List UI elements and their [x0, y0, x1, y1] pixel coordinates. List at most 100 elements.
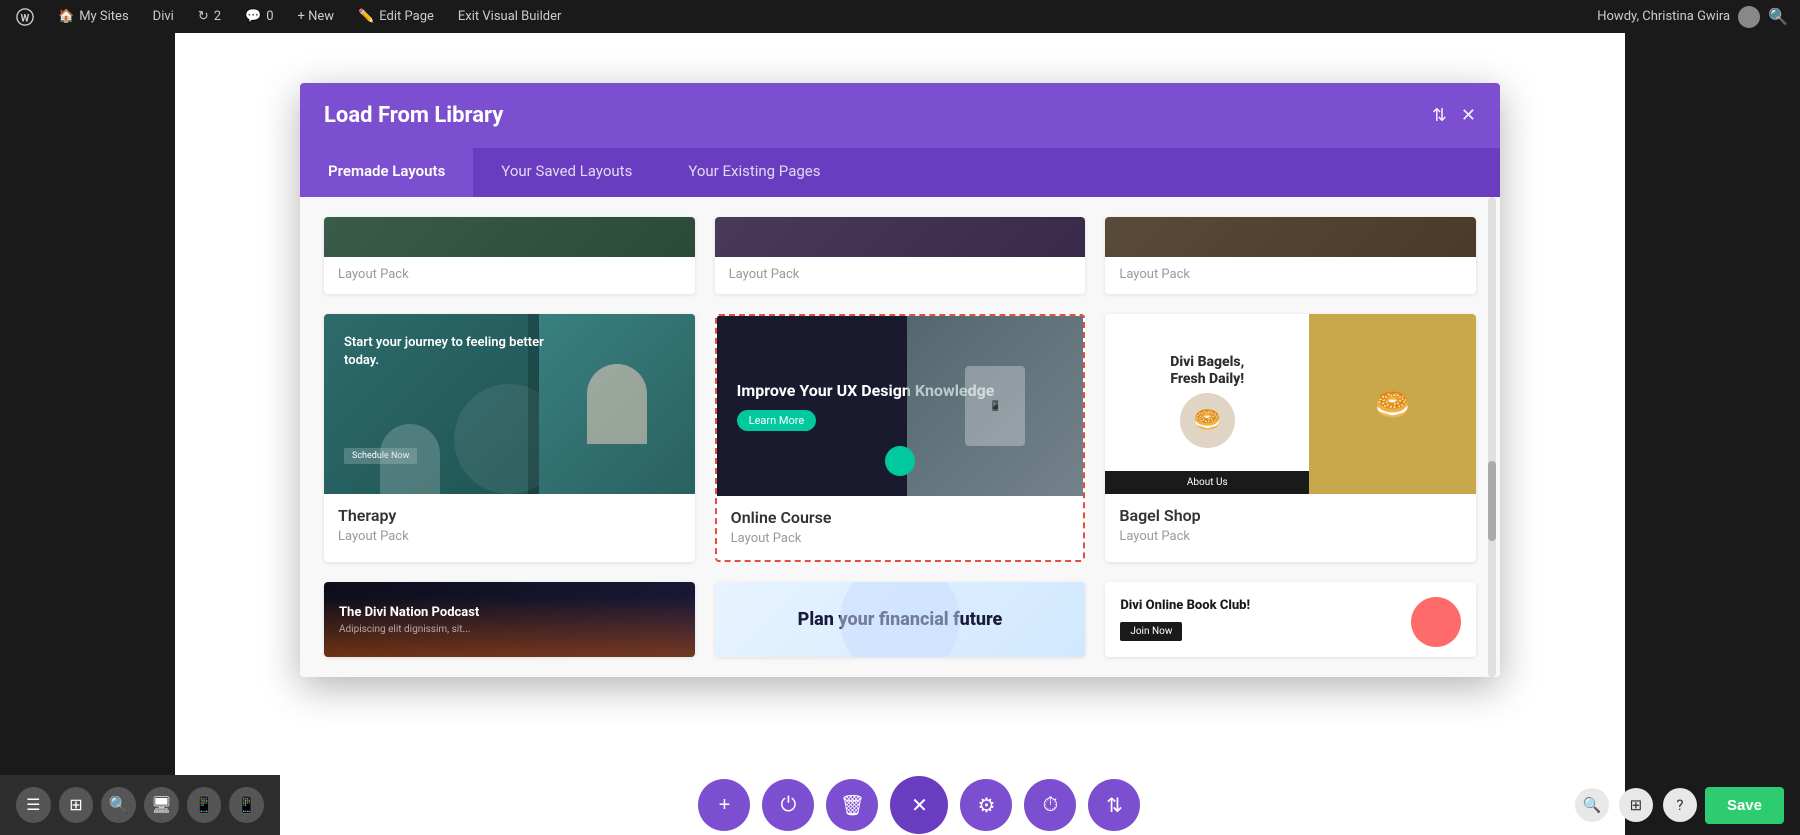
save-button[interactable]: Save [1705, 787, 1784, 824]
power-button[interactable]: ⏻ [762, 779, 814, 831]
online-course-thumb-bg: Improve Your UX Design Knowledge Learn M… [717, 316, 1084, 496]
scrollbar-track[interactable] [1488, 197, 1496, 677]
finance-thumb-bg: Plan your financial future [715, 582, 1086, 657]
oc-cta-button: Learn More [737, 410, 817, 431]
tablet-button[interactable]: 📱 [187, 787, 222, 823]
online-course-card-type: Layout Pack [731, 531, 1070, 546]
book-club-title: Divi Online Book Club! [1120, 598, 1461, 615]
search-button[interactable]: 🔍 [101, 787, 136, 823]
card-type: Layout Pack [338, 267, 681, 282]
modal-title: Load From Library [324, 103, 503, 128]
edit-page-button[interactable]: ✏️ Edit Page [354, 9, 438, 24]
bagel-right-section: 🥯 [1309, 314, 1476, 494]
list-item[interactable]: Layout Pack [715, 217, 1086, 294]
bagel-circle-icon: 🥯 [1180, 393, 1235, 448]
sort-icon[interactable]: ⇅ [1432, 105, 1447, 126]
wp-logo[interactable]: W [12, 8, 38, 26]
toolbar-left: ☰ ⊞ 🔍 🖥 📱 📱 [0, 775, 280, 835]
podcast-card[interactable]: The Divi Nation Podcast Adipiscing elit … [324, 582, 695, 657]
comments-link[interactable]: 💬 0 [241, 9, 278, 24]
bottom-toolbar: ☰ ⊞ 🔍 🖥 📱 📱 + ⏻ 🗑 ✕ ⚙ ⏱ ⇅ 🔍 ⊞ ? Save [0, 775, 1800, 835]
thumbnail-image [715, 217, 1086, 257]
new-button[interactable]: + New [294, 9, 339, 24]
gear-button[interactable]: ⚙ [960, 779, 1012, 831]
book-club-cta: Join Now [1120, 622, 1182, 641]
online-course-card-name: Online Course [731, 508, 1070, 527]
exit-visual-builder-button[interactable]: Exit Visual Builder [454, 9, 565, 24]
bagel-shop-title: Divi Bagels,Fresh Daily! [1170, 354, 1244, 388]
modal-overlay: Load From Library ⇅ ✕ Premade Layouts Yo… [0, 33, 1800, 775]
search-icon[interactable]: 🔍 [1575, 788, 1609, 822]
tab-existing-pages[interactable]: Your Existing Pages [660, 148, 848, 197]
online-course-card-info: Online Course Layout Pack [717, 496, 1084, 560]
layers-icon[interactable]: ⊞ [1619, 788, 1653, 822]
therapy-thumb-bg: Start your journey to feeling better tod… [324, 314, 695, 494]
podcast-subtitle: Adipiscing elit dignissim, sit... [339, 624, 680, 635]
book-club-circle-decor [1411, 597, 1461, 647]
top-partial-row: Layout Pack Layout Pack La [324, 217, 1476, 294]
modal-header-icons: ⇅ ✕ [1432, 105, 1476, 126]
search-icon[interactable]: 🔍 [1768, 7, 1788, 26]
mobile-button[interactable]: 📱 [229, 787, 264, 823]
bottom-layout-grid: The Divi Nation Podcast Adipiscing elit … [324, 582, 1476, 657]
tab-saved-layouts[interactable]: Your Saved Layouts [473, 148, 660, 197]
modal-tabs: Premade Layouts Your Saved Layouts Your … [300, 148, 1500, 197]
therapy-card-info: Therapy Layout Pack [324, 494, 695, 558]
online-course-card[interactable]: Improve Your UX Design Knowledge Learn M… [715, 314, 1086, 562]
close-icon[interactable]: ✕ [1461, 105, 1476, 126]
divi-link[interactable]: Divi [149, 9, 178, 24]
user-greeting: Howdy, Christina Gwira [1597, 9, 1730, 24]
main-layout-grid: Start your journey to feeling better tod… [324, 314, 1476, 562]
thumbnail-image [324, 217, 695, 257]
scrollbar-thumb[interactable] [1488, 461, 1496, 541]
therapy-thumbnail: Start your journey to feeling better tod… [324, 314, 695, 494]
tab-premade-layouts[interactable]: Premade Layouts [300, 148, 473, 197]
add-button[interactable]: + [698, 779, 750, 831]
list-item[interactable]: Layout Pack [1105, 217, 1476, 294]
swap-button[interactable]: ⇅ [1088, 779, 1140, 831]
history-button[interactable]: ⏱ [1024, 779, 1076, 831]
toolbar-center: + ⏻ 🗑 ✕ ⚙ ⏱ ⇅ [280, 776, 1559, 834]
podcast-thumbnail: The Divi Nation Podcast Adipiscing elit … [324, 582, 695, 657]
card-info: Layout Pack [324, 257, 695, 294]
card-info: Layout Pack [1105, 257, 1476, 294]
card-type: Layout Pack [1119, 267, 1462, 282]
book-club-card[interactable]: Divi Online Book Club! Join Now [1105, 582, 1476, 657]
finance-circle-decor [840, 582, 960, 657]
bagel-shop-card[interactable]: Divi Bagels,Fresh Daily! 🥯 🥯 About Us Ba… [1105, 314, 1476, 562]
book-club-thumb-bg: Divi Online Book Club! Join Now [1105, 582, 1476, 657]
menu-button[interactable]: ☰ [16, 787, 51, 823]
grid-button[interactable]: ⊞ [59, 787, 94, 823]
close-button[interactable]: ✕ [890, 776, 948, 834]
updates-link[interactable]: ↻ 2 [194, 9, 225, 24]
finance-card[interactable]: Plan your financial future [715, 582, 1086, 657]
thumbnail-image [1105, 217, 1476, 257]
bagel-thumb-bg: Divi Bagels,Fresh Daily! 🥯 🥯 About Us [1105, 314, 1476, 494]
svg-text:W: W [21, 13, 30, 24]
bagel-left-section: Divi Bagels,Fresh Daily! 🥯 [1105, 314, 1309, 494]
bagel-shop-card-name: Bagel Shop [1119, 506, 1462, 525]
card-thumbnail [715, 217, 1086, 257]
bagel-shop-card-type: Layout Pack [1119, 529, 1462, 544]
card-thumbnail [1105, 217, 1476, 257]
toolbar-right: 🔍 ⊞ ? Save [1559, 775, 1800, 835]
online-course-thumbnail: Improve Your UX Design Knowledge Learn M… [717, 316, 1084, 496]
desktop-button[interactable]: 🖥 [144, 787, 179, 823]
modal-header: Load From Library ⇅ ✕ [300, 83, 1500, 148]
bagel-bottom-bar: About Us [1105, 471, 1309, 494]
list-item[interactable]: Layout Pack [324, 217, 695, 294]
therapy-card[interactable]: Start your journey to feeling better tod… [324, 314, 695, 562]
help-icon[interactable]: ? [1663, 788, 1697, 822]
bagel-shop-thumbnail: Divi Bagels,Fresh Daily! 🥯 🥯 About Us [1105, 314, 1476, 494]
trash-button[interactable]: 🗑 [826, 779, 878, 831]
user-avatar[interactable] [1738, 6, 1760, 28]
therapy-card-type: Layout Pack [338, 529, 681, 544]
podcast-title: The Divi Nation Podcast [339, 605, 680, 620]
load-from-library-modal: Load From Library ⇅ ✕ Premade Layouts Yo… [300, 83, 1500, 677]
my-sites-link[interactable]: 🏠 My Sites [54, 9, 133, 24]
bagel-photo: 🥯 [1375, 388, 1410, 421]
modal-content[interactable]: Layout Pack Layout Pack La [300, 197, 1500, 677]
card-type: Layout Pack [729, 267, 1072, 282]
bagel-shop-card-info: Bagel Shop Layout Pack [1105, 494, 1476, 558]
card-thumbnail [324, 217, 695, 257]
